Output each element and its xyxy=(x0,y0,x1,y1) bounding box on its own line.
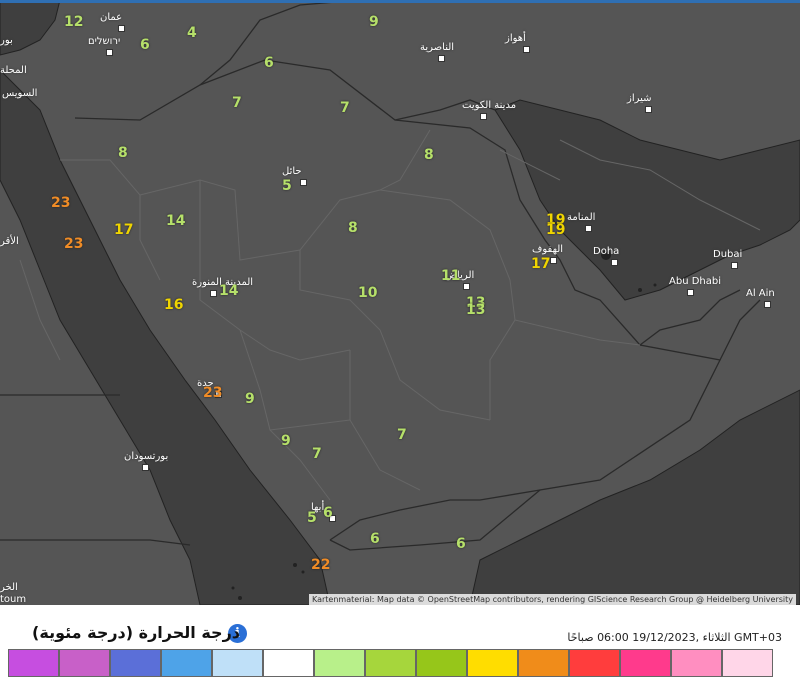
city-label[interactable]: بور xyxy=(0,35,13,46)
city-dot xyxy=(142,464,149,471)
city-label[interactable]: الناصرية xyxy=(420,42,454,53)
color-swatch xyxy=(671,649,722,677)
red-sea xyxy=(0,69,331,605)
temperature-value[interactable]: 8 xyxy=(348,220,358,236)
city-dot xyxy=(106,49,113,56)
city-dot xyxy=(523,46,530,53)
city-label[interactable]: بورتسودان xyxy=(124,451,168,462)
city-dot xyxy=(764,301,771,308)
city-label[interactable]: Al Ain xyxy=(746,288,775,299)
color-swatch xyxy=(620,649,671,677)
temperature-value[interactable]: 14 xyxy=(219,283,238,299)
temperature-value[interactable]: 5 xyxy=(282,178,292,194)
legend-title: درجة الحرارة (درجة مئوية) xyxy=(32,623,240,642)
temperature-value[interactable]: 17 xyxy=(114,222,133,238)
color-swatch xyxy=(59,649,110,677)
temperature-value[interactable]: 23 xyxy=(51,195,70,211)
city-dot xyxy=(210,290,217,297)
city-dot xyxy=(463,283,470,290)
city-label[interactable]: Abu Dhabi xyxy=(669,276,721,287)
color-scale xyxy=(8,649,773,677)
city-dot xyxy=(731,262,738,269)
temperature-value[interactable]: 17 xyxy=(531,256,550,272)
temperature-value[interactable]: 8 xyxy=(118,145,128,161)
city-dot xyxy=(585,225,592,232)
forecast-time: GMT+03 الثلاثاء ,19/12/2023 06:00 صباحًا xyxy=(567,631,782,644)
temperature-value[interactable]: 4 xyxy=(187,25,197,41)
city-label[interactable]: Doha xyxy=(593,246,619,257)
city-dot xyxy=(118,25,125,32)
legend-panel: i درجة الحرارة (درجة مئوية) GMT+03 الثلا… xyxy=(0,605,800,677)
city-label[interactable]: الأقر xyxy=(0,236,19,247)
temperature-value[interactable]: 11 xyxy=(441,268,460,284)
color-swatch xyxy=(8,649,59,677)
temperature-value[interactable]: 6 xyxy=(264,55,274,71)
temperature-value[interactable]: 6 xyxy=(370,531,380,547)
color-swatch xyxy=(722,649,773,677)
city-dot xyxy=(480,113,487,120)
city-label[interactable]: مدينة الكويت xyxy=(462,100,516,111)
color-swatch xyxy=(518,649,569,677)
city-label[interactable]: ירושלים xyxy=(88,36,120,47)
temperature-value[interactable]: 6 xyxy=(140,37,150,53)
temperature-value[interactable]: 16 xyxy=(164,297,183,313)
city-label[interactable]: المنامة xyxy=(567,212,595,223)
color-swatch xyxy=(110,649,161,677)
temperature-value[interactable]: 19 xyxy=(546,222,565,238)
arabian-sea xyxy=(469,389,800,605)
temperature-value[interactable]: 8 xyxy=(424,147,434,163)
temperature-value[interactable]: 13 xyxy=(466,302,485,318)
map-top-border xyxy=(0,0,800,3)
temperature-value[interactable]: 9 xyxy=(369,14,379,30)
city-label[interactable]: المحلة xyxy=(0,65,27,76)
temperature-value[interactable]: 6 xyxy=(323,505,333,521)
color-swatch xyxy=(416,649,467,677)
city-dot xyxy=(687,289,694,296)
city-label[interactable]: toum xyxy=(0,594,26,605)
yemen-border xyxy=(329,489,541,541)
color-swatch xyxy=(263,649,314,677)
city-label[interactable]: السويس xyxy=(2,88,37,99)
color-swatch xyxy=(161,649,212,677)
city-label[interactable]: الخر xyxy=(0,582,18,593)
city-dot xyxy=(645,106,652,113)
temperature-value[interactable]: 7 xyxy=(340,100,350,116)
city-label[interactable]: الهفوف xyxy=(532,244,563,255)
map-terrain xyxy=(0,0,800,605)
mediterranean xyxy=(0,0,61,56)
city-label[interactable]: Dubai xyxy=(713,249,742,260)
temperature-value[interactable]: 9 xyxy=(281,433,291,449)
temperature-value[interactable]: 6 xyxy=(456,536,466,552)
city-dot xyxy=(300,179,307,186)
city-dot xyxy=(438,55,445,62)
city-label[interactable]: شيراز xyxy=(627,93,652,104)
color-swatch xyxy=(314,649,365,677)
oman-uae xyxy=(639,289,761,361)
temperature-value[interactable]: 22 xyxy=(311,557,330,573)
city-dot xyxy=(611,259,618,266)
color-swatch xyxy=(365,649,416,677)
temperature-value[interactable]: 23 xyxy=(64,236,83,252)
weather-map[interactable]: عمان ירושלים بور المحلة السويس الناصرية أهواز م… xyxy=(0,0,800,605)
color-swatch xyxy=(569,649,620,677)
city-dot xyxy=(550,257,557,264)
temperature-value[interactable]: 7 xyxy=(397,427,407,443)
city-label[interactable]: حائل xyxy=(282,166,302,177)
temperature-value[interactable]: 10 xyxy=(358,285,377,301)
temperature-value[interactable]: 9 xyxy=(245,391,255,407)
city-label[interactable]: عمان xyxy=(100,12,122,23)
temperature-value[interactable]: 12 xyxy=(64,14,83,30)
color-swatch xyxy=(212,649,263,677)
temperature-value[interactable]: 23 xyxy=(203,385,222,401)
temperature-value[interactable]: 14 xyxy=(166,213,185,229)
color-swatch xyxy=(467,649,518,677)
city-label[interactable]: أهواز xyxy=(505,33,526,44)
temperature-value[interactable]: 7 xyxy=(232,95,242,111)
map-attribution[interactable]: Kartenmaterial: Map data © OpenStreetMap… xyxy=(308,594,796,605)
temperature-value[interactable]: 5 xyxy=(307,510,317,526)
temperature-value[interactable]: 7 xyxy=(312,446,322,462)
